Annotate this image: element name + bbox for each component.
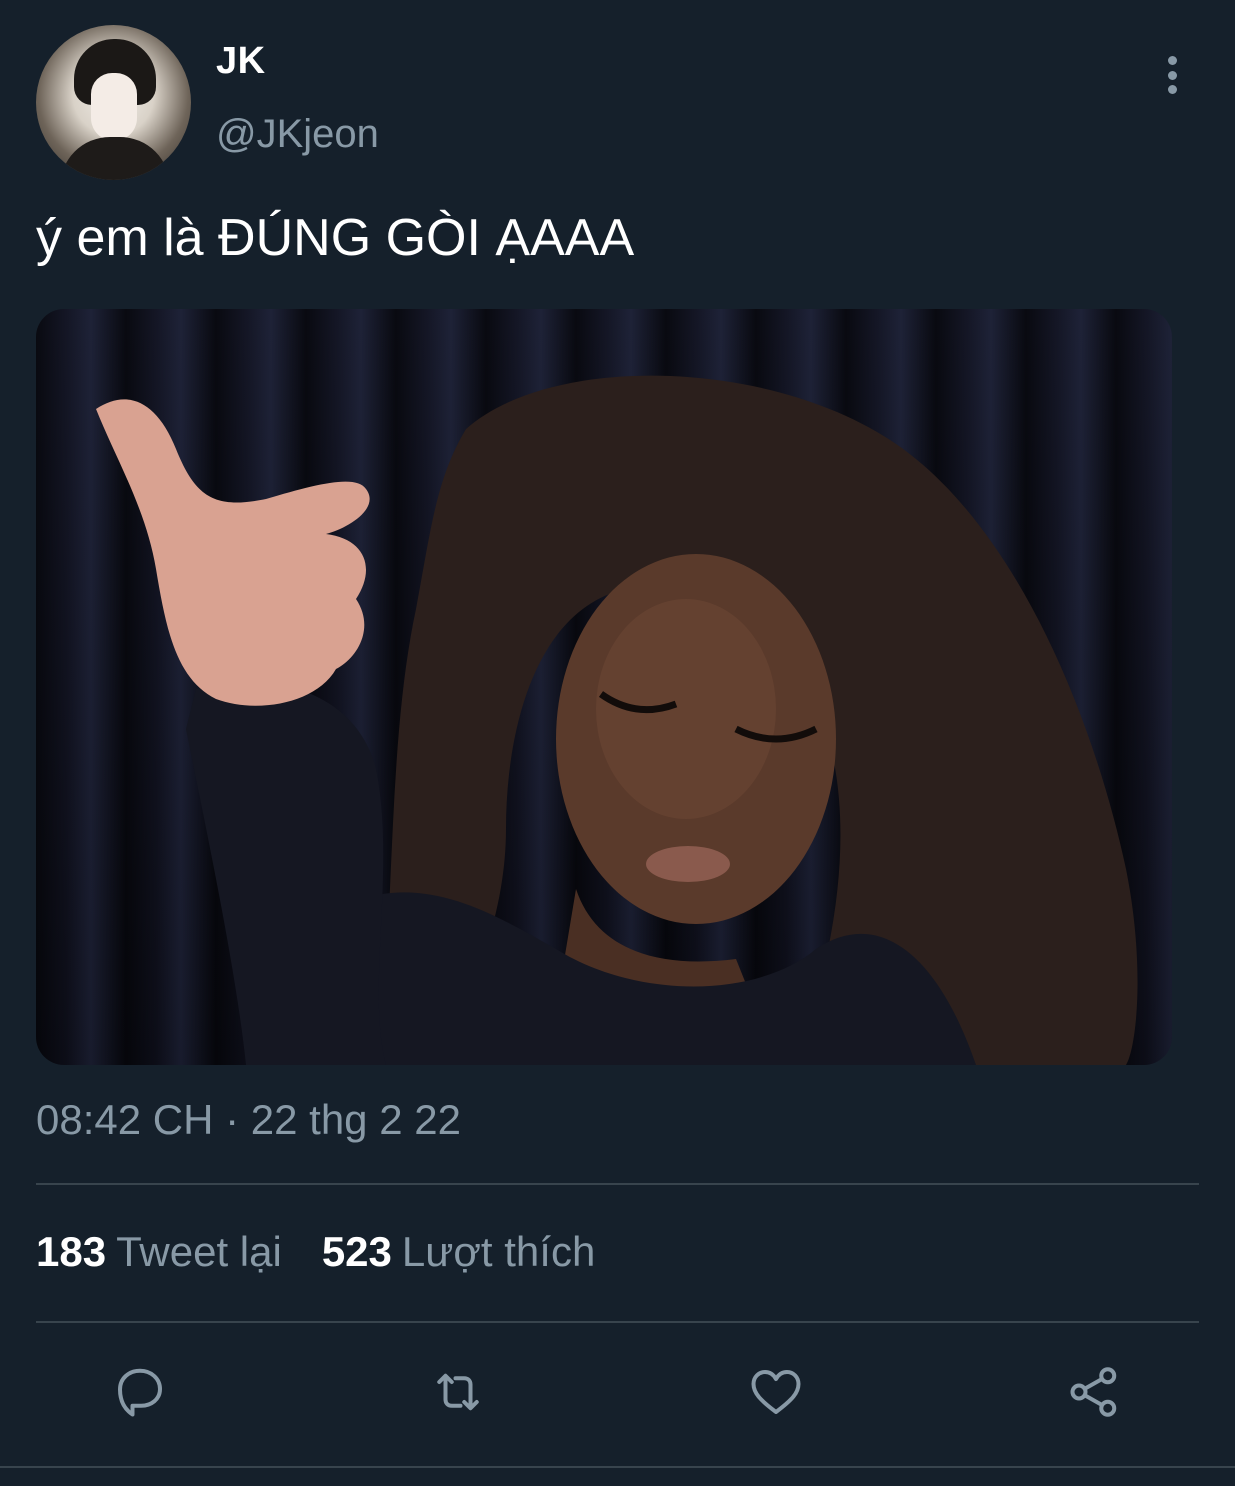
- reply-button[interactable]: [108, 1360, 172, 1424]
- retweets-count: 183: [36, 1228, 107, 1275]
- media-hand: [96, 399, 370, 706]
- retweets-label: Tweet lại: [116, 1228, 282, 1275]
- reply-icon: [118, 1368, 162, 1417]
- media-lips: [646, 846, 730, 882]
- media-arm: [186, 681, 386, 1065]
- divider: [36, 1321, 1199, 1323]
- tweet-media-image[interactable]: [36, 309, 1172, 1065]
- tweet-timestamp[interactable]: 08:42 CH · 22 thg 2 22: [36, 1096, 461, 1144]
- tweet-stats: 183 Tweet lại 523 Lượt thích: [36, 1228, 595, 1276]
- share-button[interactable]: [1062, 1360, 1126, 1424]
- likes-stat[interactable]: 523 Lượt thích: [322, 1228, 596, 1275]
- author-display-name[interactable]: JK: [216, 40, 266, 83]
- more-options-icon[interactable]: [1150, 52, 1194, 98]
- tweet-text: ý em là ĐÚNG GÒI ẠAAA: [36, 209, 635, 267]
- avatar-face: [91, 73, 137, 141]
- like-button[interactable]: [744, 1360, 808, 1424]
- author-handle[interactable]: @JKjeon: [216, 112, 379, 157]
- more-dot: [1167, 56, 1177, 65]
- retweets-stat[interactable]: 183 Tweet lại: [36, 1228, 282, 1275]
- avatar-body: [60, 137, 170, 180]
- likes-label: Lượt thích: [401, 1228, 596, 1275]
- more-dot: [1167, 70, 1177, 80]
- more-dot: [1167, 85, 1177, 94]
- share-icon: [1070, 1367, 1117, 1417]
- heart-icon: [751, 1370, 801, 1414]
- divider: [36, 1183, 1199, 1185]
- retweet-icon: [437, 1373, 479, 1411]
- media-illustration: [96, 375, 1138, 1065]
- avatar[interactable]: [36, 25, 191, 180]
- retweet-button[interactable]: [426, 1360, 490, 1424]
- divider: [0, 1466, 1235, 1468]
- likes-count: 523: [321, 1228, 392, 1275]
